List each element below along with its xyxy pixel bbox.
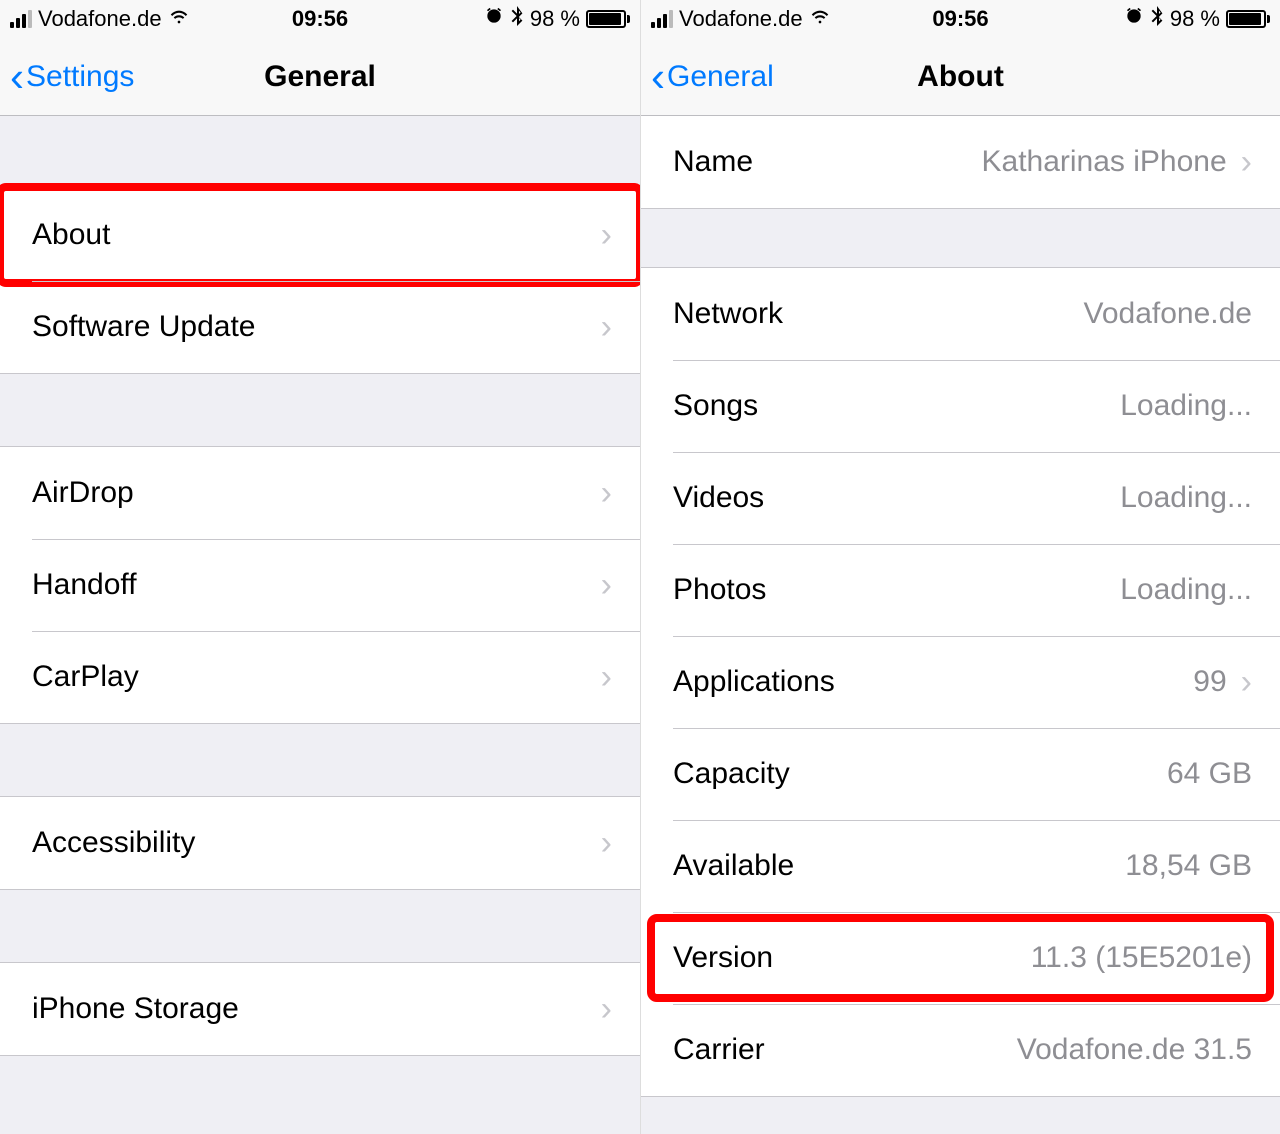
row-airdrop[interactable]: AirDrop › <box>0 447 640 539</box>
row-label: About <box>32 218 110 252</box>
row-value: Loading... <box>1120 389 1252 423</box>
row-label: Capacity <box>673 757 790 791</box>
battery-percentage: 98 % <box>1170 6 1220 32</box>
group-storage: iPhone Storage › <box>0 962 640 1056</box>
chevron-left-icon: ‹ <box>10 56 24 98</box>
status-bar: Vodafone.de 09:56 98 % <box>641 0 1280 38</box>
back-label: General <box>667 60 774 94</box>
battery-icon <box>1226 10 1270 28</box>
row-value: 99 <box>1193 665 1226 699</box>
row-label: Software Update <box>32 310 255 344</box>
status-bar: Vodafone.de 09:56 98 % <box>0 0 640 38</box>
row-version[interactable]: Version 11.3 (15E5201e) <box>641 912 1280 1004</box>
row-label: Handoff <box>32 568 137 602</box>
section-gap <box>641 209 1280 267</box>
row-value: 64 GB <box>1167 757 1252 791</box>
back-button[interactable]: ‹ Settings <box>10 56 134 98</box>
row-value: Loading... <box>1120 573 1252 607</box>
back-button[interactable]: ‹ General <box>651 56 774 98</box>
back-label: Settings <box>26 60 134 94</box>
cellular-signal-icon <box>651 10 673 28</box>
section-gap <box>0 374 640 446</box>
row-songs[interactable]: Songs Loading... <box>641 360 1280 452</box>
alarm-icon <box>1124 6 1144 32</box>
group-airdrop: AirDrop › Handoff › CarPlay › <box>0 446 640 724</box>
row-label: AirDrop <box>32 476 134 510</box>
row-photos[interactable]: Photos Loading... <box>641 544 1280 636</box>
row-value: Katharinas iPhone <box>982 145 1227 179</box>
nav-bar: ‹ General About <box>641 38 1280 116</box>
row-value: 11.3 (15E5201e) <box>1031 941 1252 975</box>
row-label: Version <box>673 941 773 975</box>
general-list[interactable]: About › Software Update › AirDrop › Hand… <box>0 116 640 1056</box>
row-label: Accessibility <box>32 826 195 860</box>
row-label: Network <box>673 297 783 331</box>
chevron-right-icon: › <box>601 308 612 347</box>
row-carrier[interactable]: Carrier Vodafone.de 31.5 <box>641 1004 1280 1096</box>
row-videos[interactable]: Videos Loading... <box>641 452 1280 544</box>
row-label: Carrier <box>673 1033 765 1067</box>
status-time: 09:56 <box>932 6 988 32</box>
group-about: About › Software Update › <box>0 188 640 374</box>
row-handoff[interactable]: Handoff › <box>0 539 640 631</box>
nav-bar: ‹ Settings General <box>0 38 640 116</box>
wifi-icon <box>809 5 831 33</box>
chevron-right-icon: › <box>1241 143 1252 182</box>
row-value: Vodafone.de <box>1083 297 1252 331</box>
row-label: Photos <box>673 573 766 607</box>
section-gap <box>0 724 640 796</box>
row-label: Applications <box>673 665 835 699</box>
row-name[interactable]: Name Katharinas iPhone › <box>641 116 1280 208</box>
chevron-right-icon: › <box>601 990 612 1029</box>
row-accessibility[interactable]: Accessibility › <box>0 797 640 889</box>
row-about[interactable]: About › <box>0 189 640 281</box>
carrier-name: Vodafone.de <box>679 6 803 32</box>
chevron-right-icon: › <box>601 474 612 513</box>
chevron-right-icon: › <box>601 658 612 697</box>
nav-title: General <box>264 60 376 94</box>
row-label: Songs <box>673 389 758 423</box>
row-label: CarPlay <box>32 660 139 694</box>
chevron-right-icon: › <box>1241 663 1252 702</box>
group-name: Name Katharinas iPhone › <box>641 116 1280 209</box>
carrier-name: Vodafone.de <box>38 6 162 32</box>
battery-percentage: 98 % <box>530 6 580 32</box>
section-gap <box>0 890 640 962</box>
group-details: Network Vodafone.de Songs Loading... Vid… <box>641 267 1280 1097</box>
row-value: Loading... <box>1120 481 1252 515</box>
row-network[interactable]: Network Vodafone.de <box>641 268 1280 360</box>
row-applications[interactable]: Applications 99 › <box>641 636 1280 728</box>
wifi-icon <box>168 5 190 33</box>
screen-general: Vodafone.de 09:56 98 % <box>0 0 640 1134</box>
chevron-left-icon: ‹ <box>651 56 665 98</box>
screen-about: Vodafone.de 09:56 98 % <box>640 0 1280 1134</box>
chevron-right-icon: › <box>601 566 612 605</box>
row-label: Name <box>673 145 753 179</box>
row-label: Videos <box>673 481 764 515</box>
section-gap <box>0 116 640 188</box>
row-label: Available <box>673 849 794 883</box>
cellular-signal-icon <box>10 10 32 28</box>
battery-icon <box>586 10 630 28</box>
row-carplay[interactable]: CarPlay › <box>0 631 640 723</box>
row-value: 18,54 GB <box>1125 849 1252 883</box>
row-available[interactable]: Available 18,54 GB <box>641 820 1280 912</box>
bluetooth-icon <box>510 6 524 32</box>
status-time: 09:56 <box>292 6 348 32</box>
row-capacity[interactable]: Capacity 64 GB <box>641 728 1280 820</box>
about-list[interactable]: Name Katharinas iPhone › Network Vodafon… <box>641 116 1280 1097</box>
row-software-update[interactable]: Software Update › <box>0 281 640 373</box>
row-iphone-storage[interactable]: iPhone Storage › <box>0 963 640 1055</box>
alarm-icon <box>484 6 504 32</box>
nav-title: About <box>917 60 1004 94</box>
row-value: Vodafone.de 31.5 <box>1017 1033 1252 1067</box>
row-label: iPhone Storage <box>32 992 239 1026</box>
group-accessibility: Accessibility › <box>0 796 640 890</box>
chevron-right-icon: › <box>601 824 612 863</box>
chevron-right-icon: › <box>601 216 612 255</box>
bluetooth-icon <box>1150 6 1164 32</box>
